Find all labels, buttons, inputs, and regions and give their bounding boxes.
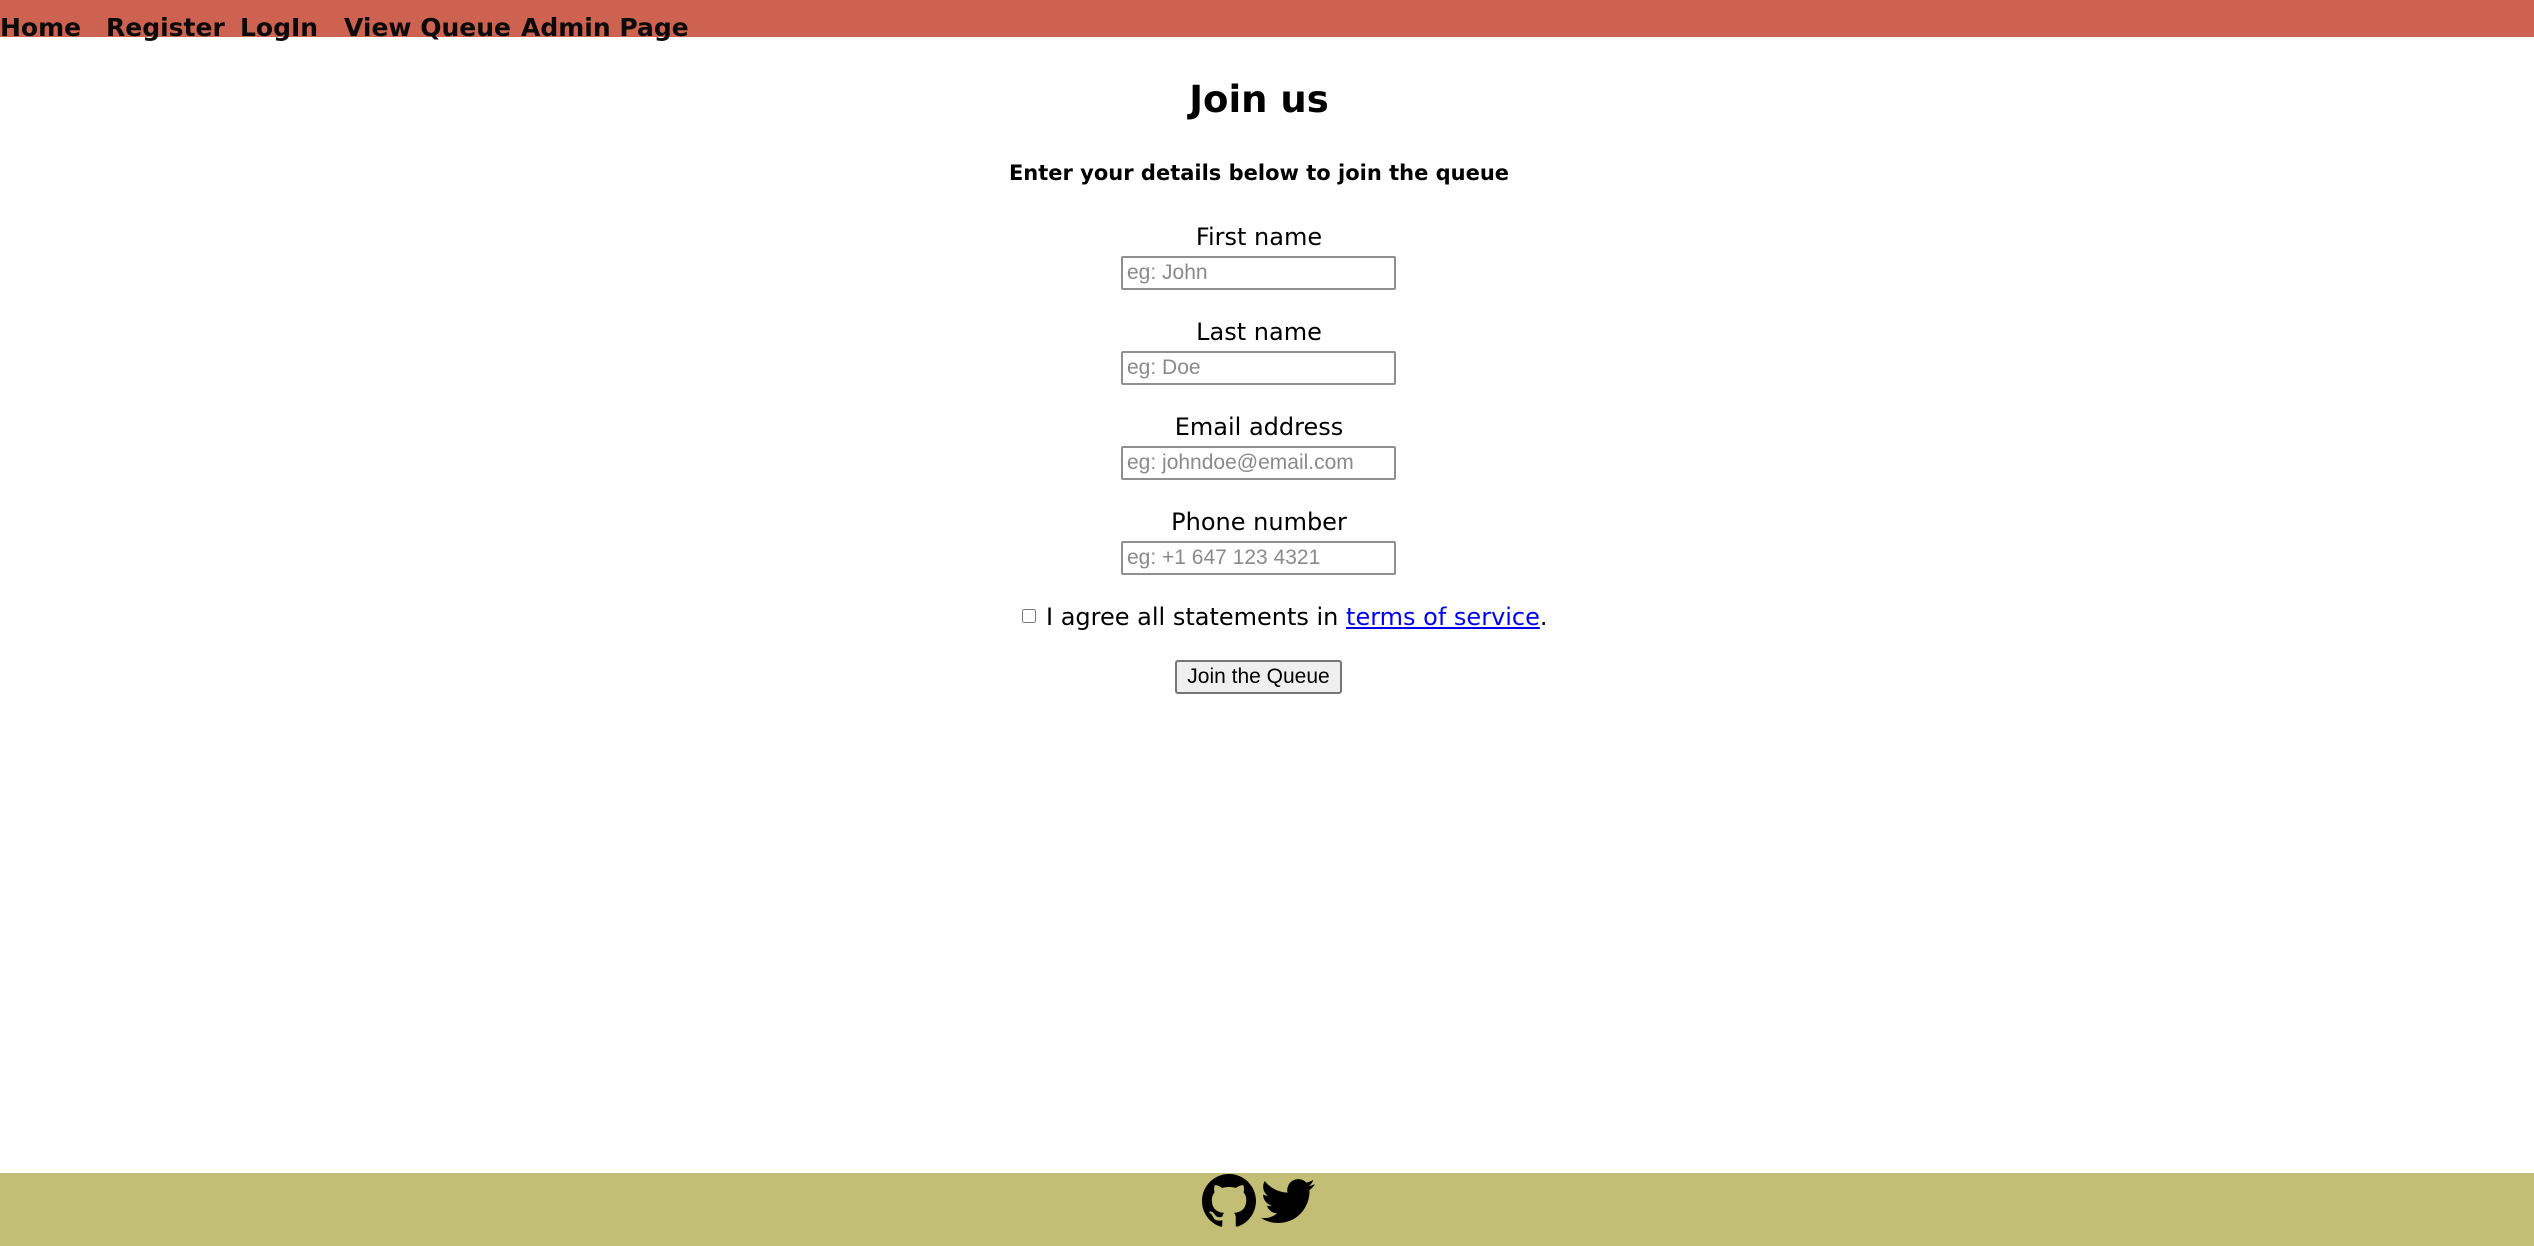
page-subtitle: Enter your details below to join the que… bbox=[1008, 161, 1510, 185]
twitter-icon[interactable] bbox=[1261, 1174, 1315, 1228]
nav-home-link[interactable]: Home bbox=[0, 13, 81, 43]
terms-suffix-text: . bbox=[1539, 603, 1548, 631]
terms-of-service-link[interactable]: terms of service bbox=[1346, 603, 1540, 631]
email-input[interactable] bbox=[1121, 446, 1396, 480]
nav-login-link[interactable]: LogIn bbox=[240, 13, 318, 43]
github-icon[interactable] bbox=[1202, 1174, 1256, 1228]
terms-prefix-text: I agree all statements in bbox=[1046, 603, 1347, 631]
terms-agreement: I agree all statements in terms of servi… bbox=[1022, 600, 1548, 634]
nav-register-link[interactable]: Register bbox=[106, 13, 225, 43]
join-queue-button[interactable]: Join the Queue bbox=[1175, 660, 1342, 694]
terms-checkbox[interactable] bbox=[1022, 609, 1036, 623]
first-name-label: First name bbox=[1195, 223, 1323, 251]
last-name-input[interactable] bbox=[1121, 351, 1396, 385]
nav-view-queue-link[interactable]: View Queue bbox=[344, 13, 511, 43]
phone-input[interactable] bbox=[1121, 541, 1396, 575]
email-label: Email address bbox=[1174, 413, 1344, 441]
first-name-input[interactable] bbox=[1121, 256, 1396, 290]
nav-admin-page-link[interactable]: Admin Page bbox=[521, 13, 689, 43]
last-name-label: Last name bbox=[1196, 318, 1322, 346]
phone-label: Phone number bbox=[1171, 508, 1347, 536]
page-title: Join us bbox=[1189, 78, 1329, 121]
